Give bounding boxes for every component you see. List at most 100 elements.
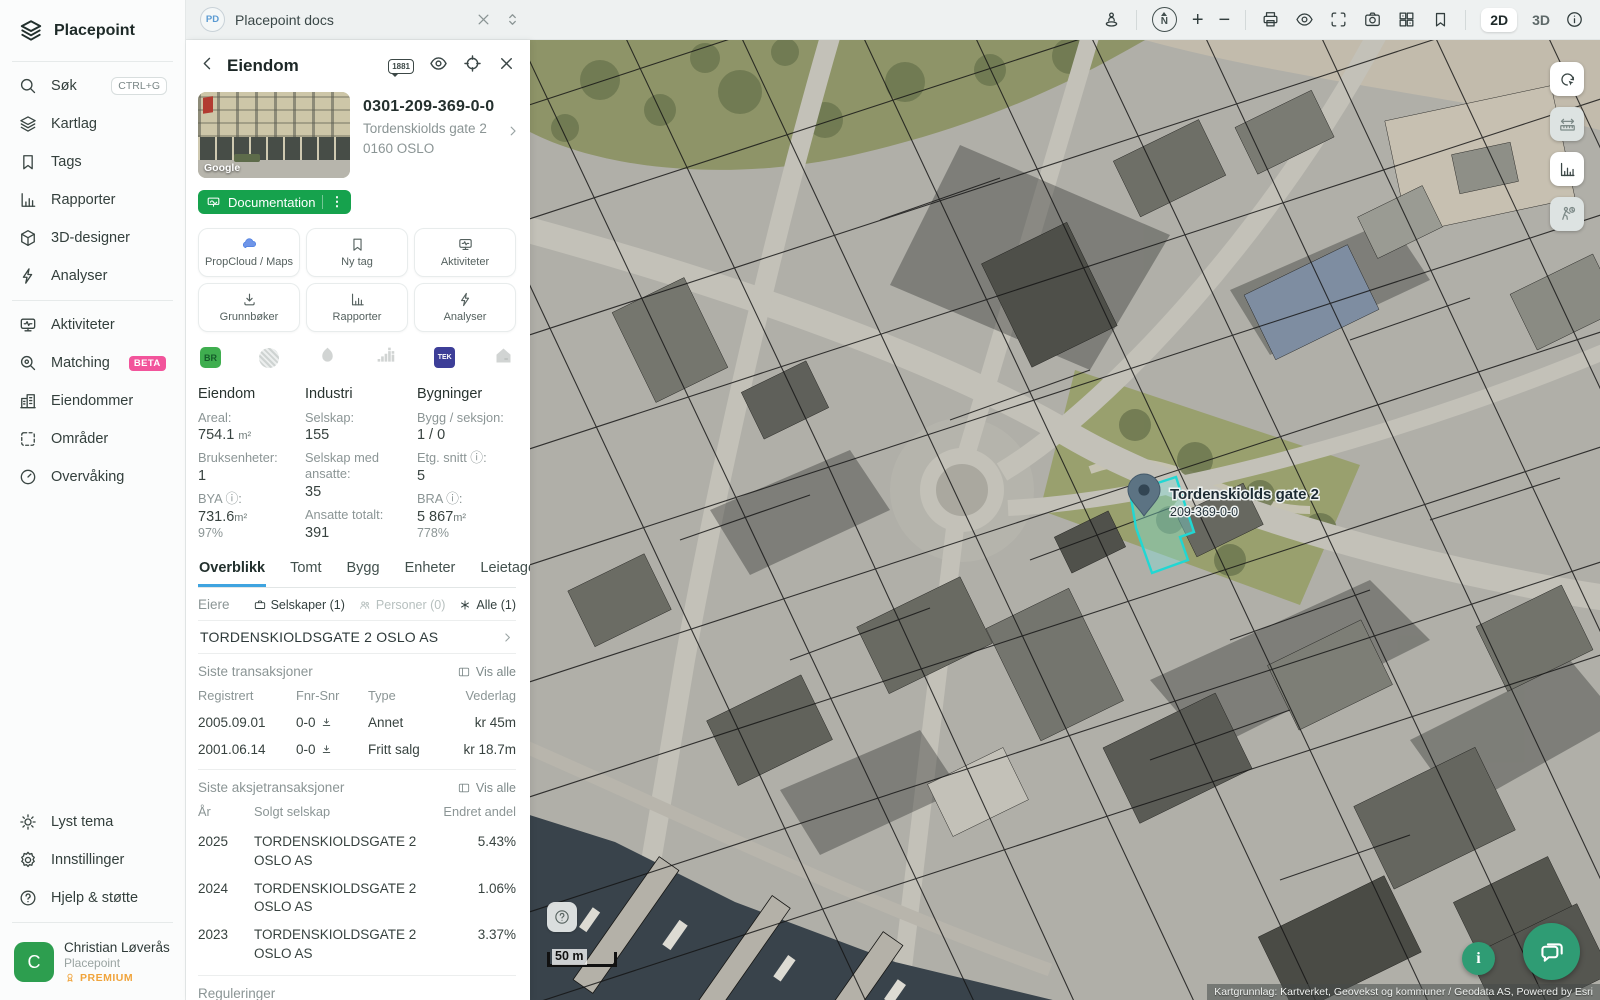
sidebar-spacer: [0, 496, 185, 803]
search-input[interactable]: Placepoint docs: [235, 12, 464, 28]
owner-company-row[interactable]: TORDENSKIOLDSGATE 2 OSLO AS: [198, 620, 516, 654]
map-side-tools: [1550, 62, 1584, 231]
sidebar-item-innstillinger[interactable]: Innstillinger: [0, 841, 185, 879]
cell-fnr[interactable]: 0-0: [296, 709, 368, 736]
info-fab-button[interactable]: i: [1462, 942, 1495, 975]
blocks-chart-logo[interactable]: [375, 345, 396, 371]
cell-year: 2023: [198, 918, 254, 964]
user-card[interactable]: C Christian Løverås Placepoint PREMIUM: [0, 928, 185, 1000]
info-icon[interactable]: [1565, 10, 1584, 29]
cloud-icon: [241, 236, 258, 253]
action-label: Analyser: [444, 311, 487, 323]
property-meta[interactable]: 0301-209-369-0-0 Tordenskiolds gate 2 01…: [363, 92, 516, 178]
tab-tomt[interactable]: Tomt: [289, 554, 322, 587]
activity-monitor-icon: [18, 315, 38, 335]
mode-2d-button[interactable]: 2D: [1481, 8, 1517, 32]
share-transactions-title: Siste aksjetransaksjoner: [198, 780, 344, 795]
measure-icon: [1558, 115, 1577, 134]
sidebar-item-overvaking[interactable]: Overvåking: [0, 458, 185, 496]
brand-name: Placepoint: [54, 22, 135, 40]
aerial-map[interactable]: Tordenskiolds gate 2 209-369-0-0: [530, 40, 1600, 1000]
action-grunnboker[interactable]: Grunnbøker: [198, 283, 300, 332]
filter-all[interactable]: Alle (1): [458, 598, 516, 612]
sidebar-item-hjelp[interactable]: Hjelp & støtte: [0, 879, 185, 917]
chevron-right-icon[interactable]: [506, 124, 520, 143]
filter-persons[interactable]: Personer (0): [358, 598, 445, 612]
sort-updown-icon[interactable]: [503, 10, 522, 29]
sidebar-item-analyser[interactable]: Analyser: [0, 257, 185, 295]
tek-logo[interactable]: TEK: [434, 347, 455, 368]
mode-3d-button[interactable]: 3D: [1532, 12, 1550, 28]
sidebar-item-omrader[interactable]: Områder: [0, 420, 185, 458]
streetview-thumbnail[interactable]: Google: [198, 92, 350, 178]
close-icon[interactable]: [497, 54, 516, 78]
leaf-logo[interactable]: [317, 345, 338, 371]
sidebar-item-rapporter[interactable]: Rapporter: [0, 181, 185, 219]
more-menu-icon[interactable]: ⋮: [330, 194, 343, 210]
sidebar-item-matching[interactable]: Matching BETA: [0, 344, 185, 382]
cell-fnr[interactable]: 0-0: [296, 736, 368, 763]
select-rotate-tool[interactable]: [1550, 62, 1584, 96]
sidebar-item-lyst-tema[interactable]: Lyst tema: [0, 803, 185, 841]
measure-tool[interactable]: [1550, 107, 1584, 141]
streetview-pegman-icon[interactable]: [1102, 10, 1121, 29]
sidebar-item-eiendommer[interactable]: Eiendommer: [0, 382, 185, 420]
travel-time-tool[interactable]: [1550, 197, 1584, 231]
chart-tool[interactable]: [1550, 152, 1584, 186]
eye-icon[interactable]: [1295, 10, 1314, 29]
locate-crosshair-icon[interactable]: [463, 54, 482, 78]
qr-layers-icon[interactable]: [1397, 10, 1416, 29]
tab-enheter[interactable]: Enheter: [404, 554, 457, 587]
camera-icon[interactable]: [1363, 10, 1382, 29]
chat-fab-button[interactable]: [1523, 923, 1580, 980]
sidebar-item-3d-designer[interactable]: 3D-designer: [0, 219, 185, 257]
clear-search-icon[interactable]: [474, 10, 493, 29]
tab-overblikk[interactable]: Overblikk: [198, 554, 266, 587]
house-logo[interactable]: [493, 345, 514, 371]
zoom-in-button[interactable]: +: [1192, 10, 1204, 30]
panel-icon: [457, 781, 471, 795]
back-button[interactable]: [198, 54, 217, 78]
cell-company[interactable]: TORDENSKIOLDSGATE 2 OSLO AS: [254, 918, 442, 964]
circle-logo[interactable]: [259, 348, 279, 368]
search-bar[interactable]: PD Placepoint docs: [200, 7, 522, 32]
action-ny-tag[interactable]: Ny tag: [306, 228, 408, 277]
filter-companies[interactable]: Selskaper (1): [253, 598, 345, 612]
action-propcloud[interactable]: PropCloud / Maps: [198, 228, 300, 277]
action-rapporter[interactable]: Rapporter: [306, 283, 408, 332]
sidebar-item-sok[interactable]: Søk CTRL+G: [0, 67, 185, 105]
panel-header: Eiendom 1881: [198, 40, 516, 88]
map-help-button[interactable]: [547, 902, 577, 932]
zoom-out-button[interactable]: −: [1219, 10, 1231, 30]
owners-label: Eiere: [198, 597, 230, 612]
action-aktiviteter[interactable]: Aktiviteter: [414, 228, 516, 277]
fullscreen-icon[interactable]: [1329, 10, 1348, 29]
tab-bygg[interactable]: Bygg: [346, 554, 381, 587]
sidebar-item-kartlag[interactable]: Kartlag: [0, 105, 185, 143]
bookmark-icon[interactable]: [1431, 10, 1450, 29]
sidebar-item-tags[interactable]: Tags: [0, 143, 185, 181]
avatar[interactable]: C: [14, 942, 54, 982]
download-icon[interactable]: [320, 743, 333, 756]
print-icon[interactable]: [1261, 10, 1280, 29]
cell-company[interactable]: TORDENSKIOLDSGATE 2 OSLO AS: [254, 825, 442, 871]
br-registry-logo[interactable]: BR: [200, 347, 221, 368]
view-all-share-transactions[interactable]: Vis alle: [457, 781, 516, 795]
tab-leietagere[interactable]: Leietagere: [479, 554, 530, 587]
documentation-button[interactable]: Documentation ⋮: [198, 190, 351, 214]
download-icon[interactable]: [320, 716, 333, 729]
cell-amount: kr 18.7m: [460, 736, 516, 763]
1881-lookup-icon[interactable]: 1881: [388, 59, 414, 74]
eye-icon[interactable]: [429, 54, 448, 78]
regulations-title: Reguleringer: [198, 986, 275, 1000]
cell-date[interactable]: 2001.06.14: [198, 736, 296, 763]
action-analyser[interactable]: Analyser: [414, 283, 516, 332]
brand[interactable]: Placepoint: [0, 10, 185, 56]
cell-company[interactable]: TORDENSKIOLDSGATE 2 OSLO AS: [254, 872, 442, 918]
compass-icon[interactable]: N: [1152, 7, 1177, 32]
thumb-flag: [203, 96, 213, 113]
sidebar-item-aktiviteter[interactable]: Aktiviteter: [0, 306, 185, 344]
cell-date[interactable]: 2005.09.01: [198, 709, 296, 736]
col-header: Registrert: [198, 685, 296, 709]
view-all-transactions[interactable]: Vis alle: [457, 665, 516, 679]
